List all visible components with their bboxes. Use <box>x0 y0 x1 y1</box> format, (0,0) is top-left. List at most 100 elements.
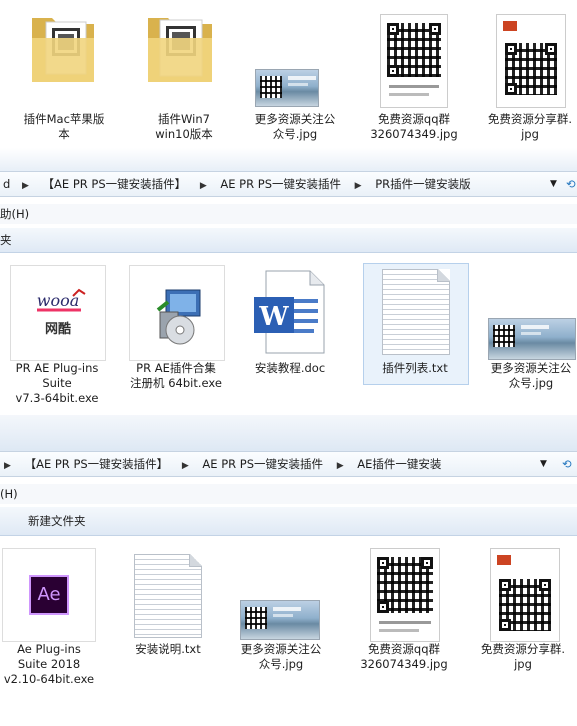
file-label: 更多资源关注公 众号.jpg <box>240 642 322 671</box>
file-item[interactable]: Ae Plug-ins Suite 2018 v2.10-64bit.exe <box>0 642 98 687</box>
image-thumbnail[interactable] <box>370 548 440 642</box>
image-thumbnail[interactable] <box>380 14 448 108</box>
qr-finder <box>505 83 517 95</box>
refresh-icon[interactable]: ⟲ <box>566 172 576 196</box>
chevron-right-icon[interactable]: ▶ <box>200 174 207 198</box>
ae-logo-text: Ae <box>37 584 61 605</box>
folder-icon[interactable] <box>28 8 98 88</box>
qr-finder <box>499 619 511 631</box>
promo-text-bar <box>521 332 541 335</box>
app-icon[interactable]: Ae <box>2 548 96 642</box>
breadcrumb-item[interactable]: AE PR PS一键安装插件 <box>202 452 323 476</box>
logo-text: 网酷 <box>44 322 71 337</box>
address-bar[interactable]: d ▶ 【AE PR PS一键安装插件】 ▶ AE PR PS一键安装插件 ▶ … <box>0 171 577 197</box>
logo-mark <box>503 21 517 31</box>
chevron-right-icon[interactable]: ▶ <box>182 454 189 478</box>
image-thumbnail[interactable] <box>488 318 576 360</box>
image-thumbnail[interactable] <box>255 69 319 107</box>
toolbar-button[interactable]: 夹 <box>0 233 12 247</box>
qr-finder <box>387 23 399 35</box>
qr-finder <box>545 43 557 55</box>
toolbar: 新建文件夹 <box>0 507 577 536</box>
svg-text:wooa: wooa <box>37 291 80 310</box>
qr-finder <box>377 557 389 569</box>
qr-finder <box>499 579 511 591</box>
new-folder-button[interactable]: 新建文件夹 <box>28 514 86 528</box>
file-label: PR AE Plug-ins Suite v7.3-64bit.exe <box>15 361 99 405</box>
file-item[interactable]: 更多资源关注公 众号.jpg <box>228 642 334 672</box>
file-item[interactable]: 免费资源分享群. jpg <box>470 642 576 672</box>
qr-code-icon <box>260 76 282 98</box>
menu-bar: 助(H) <box>0 204 577 224</box>
file-label: 插件列表.txt <box>382 361 448 375</box>
window-gap <box>0 415 577 452</box>
word-document-icon[interactable]: W <box>252 269 328 355</box>
file-item[interactable]: 插件Mac苹果版 本 <box>18 112 110 142</box>
file-item[interactable]: 插件Win7 win10版本 <box>138 112 230 142</box>
breadcrumb-item[interactable]: AE PR PS一键安装插件 <box>220 172 341 196</box>
chevron-right-icon[interactable]: ▶ <box>22 174 29 198</box>
file-item[interactable]: 安装说明.txt <box>118 642 218 657</box>
top-file-pane: 插件Mac苹果版 本 插件Win7 win10版本 更多资源关注公 众号.jpg… <box>0 0 577 148</box>
menu-help[interactable]: (H) <box>0 487 18 501</box>
breadcrumb-item[interactable]: AE插件一键安装 <box>357 452 441 476</box>
file-label: 安装说明.txt <box>135 642 201 656</box>
qr-finder <box>377 601 389 613</box>
refresh-icon[interactable]: ⟲ <box>562 452 572 476</box>
caption-line <box>389 93 429 96</box>
mid-file-pane: wooa 网酷 PR AE Plug-ins Suite v7.3-64bit.… <box>0 253 577 415</box>
toolbar: 夹 <box>0 228 577 253</box>
file-label: 安装教程.doc <box>254 361 326 375</box>
chevron-right-icon[interactable]: ▶ <box>355 174 362 198</box>
caption-line <box>389 85 439 88</box>
file-label: 插件Win7 win10版本 <box>155 112 213 141</box>
file-label: PR AE插件合集 注册机 64bit.exe <box>130 361 222 390</box>
qr-finder <box>505 43 517 55</box>
qr-finder <box>421 557 433 569</box>
breadcrumb-item[interactable]: PR插件一键安装版 <box>375 172 470 196</box>
image-thumbnail[interactable] <box>490 548 560 642</box>
address-bar[interactable]: ▶ 【AE PR PS一键安装插件】 ▶ AE PR PS一键安装插件 ▶ AE… <box>0 451 577 477</box>
qr-code-icon <box>245 607 267 629</box>
file-item[interactable]: PR AE插件合集 注册机 64bit.exe <box>118 361 234 391</box>
svg-text:W: W <box>258 302 289 332</box>
qr-code-icon <box>493 325 515 347</box>
text-file-icon[interactable] <box>382 269 450 355</box>
qr-finder <box>387 65 399 77</box>
file-item[interactable]: 免费资源qq群 326074349.jpg <box>362 112 466 142</box>
file-item[interactable]: 免费资源qq群 326074349.jpg <box>352 642 456 672</box>
file-item[interactable]: 安装教程.doc <box>240 361 340 376</box>
menu-help[interactable]: 助(H) <box>0 207 29 221</box>
app-icon[interactable]: wooa 网酷 <box>10 265 106 361</box>
text-file-icon[interactable] <box>134 554 202 638</box>
qr-finder <box>539 579 551 591</box>
qr-finder <box>429 23 441 35</box>
breadcrumb-item[interactable]: 【AE PR PS一键安装插件】 <box>25 452 169 476</box>
file-item[interactable]: 插件列表.txt <box>363 361 467 376</box>
installer-icon[interactable] <box>129 265 225 361</box>
address-lead: d <box>3 177 11 191</box>
bottom-file-pane: Ae Ae Plug-ins Suite 2018 v2.10-64bit.ex… <box>0 536 577 726</box>
chevron-right-icon[interactable]: ▶ <box>337 454 344 478</box>
menu-bar: (H) <box>0 484 577 504</box>
promo-text-bar <box>288 83 308 86</box>
logo-mark <box>497 555 511 565</box>
ae-logo-icon: Ae <box>29 575 69 615</box>
image-thumbnail[interactable] <box>496 14 566 108</box>
chevron-down-icon[interactable]: ▼ <box>540 452 547 476</box>
chevron-right-icon[interactable]: ▶ <box>4 454 11 478</box>
image-thumbnail[interactable] <box>240 600 320 640</box>
breadcrumb-item[interactable]: 【AE PR PS一键安装插件】 <box>43 172 187 196</box>
file-label: 免费资源qq群 326074349.jpg <box>370 112 458 141</box>
caption-line <box>379 629 419 632</box>
file-item[interactable]: 更多资源关注公 众号.jpg <box>484 361 577 391</box>
file-label: 更多资源关注公 众号.jpg <box>254 112 336 141</box>
file-label: 插件Mac苹果版 本 <box>23 112 105 141</box>
file-label: 免费资源分享群. jpg <box>480 642 566 671</box>
chevron-down-icon[interactable]: ▼ <box>550 172 557 196</box>
file-item[interactable]: PR AE Plug-ins Suite v7.3-64bit.exe <box>2 361 112 406</box>
folder-icon[interactable] <box>144 8 216 88</box>
file-item[interactable]: 更多资源关注公 众号.jpg <box>240 112 350 142</box>
file-item[interactable]: 免费资源分享群. jpg <box>478 112 577 142</box>
promo-text-bar <box>288 76 316 80</box>
